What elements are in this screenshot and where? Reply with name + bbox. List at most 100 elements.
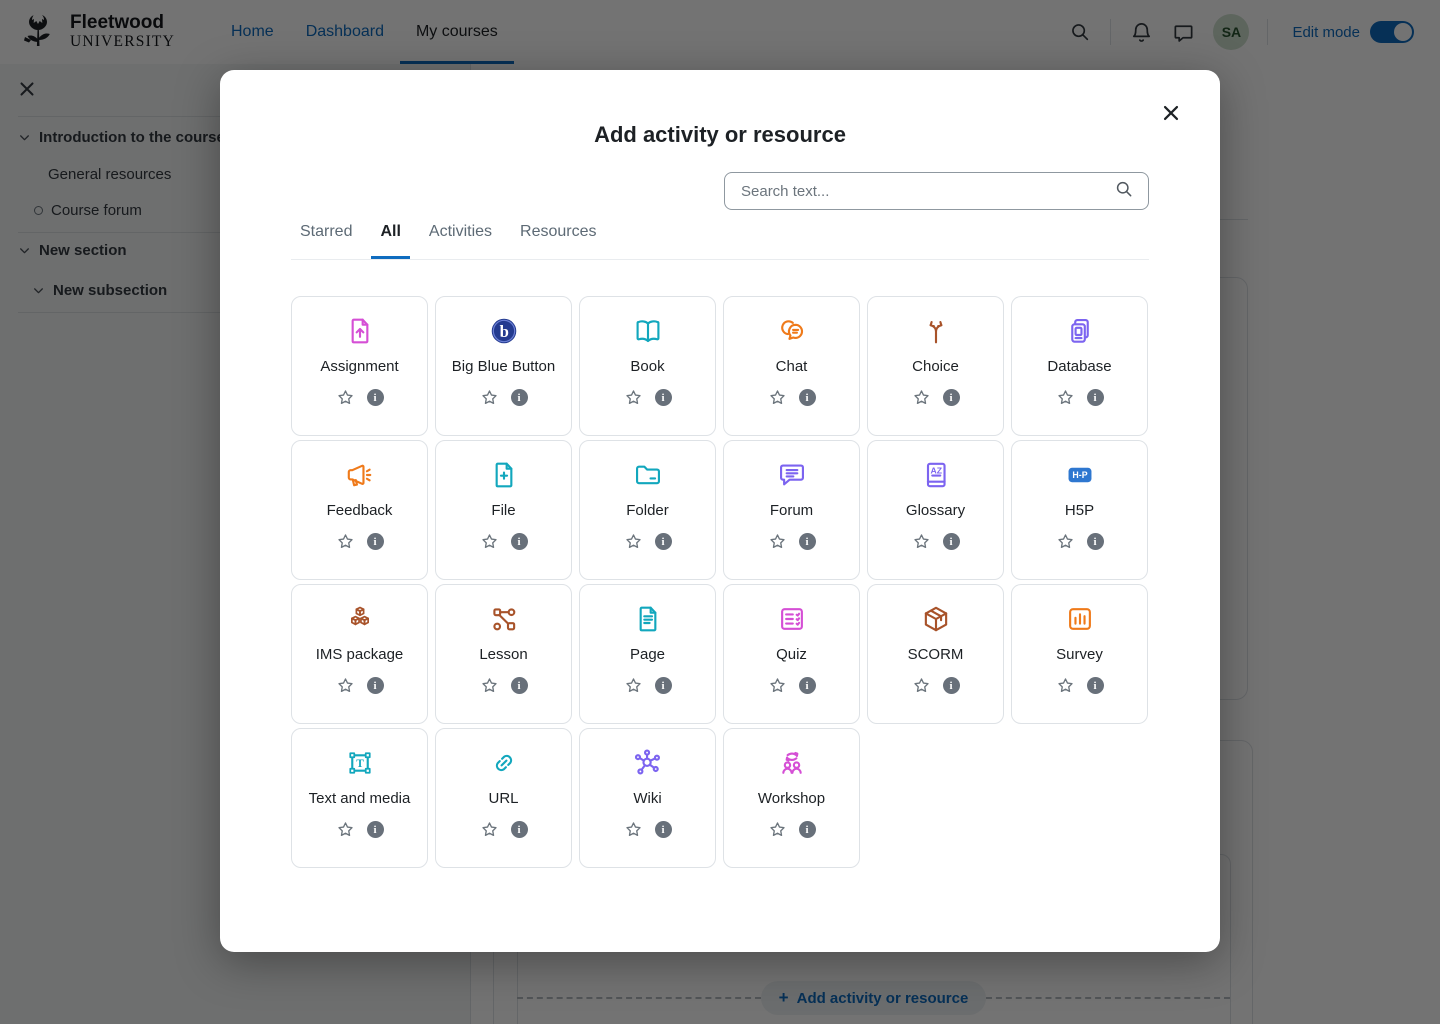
- star-icon[interactable]: [480, 388, 499, 407]
- activity-card-bigbluebutton[interactable]: bBig Blue Buttoni: [435, 296, 572, 436]
- activity-card-folder[interactable]: Folder i: [579, 440, 716, 580]
- activity-label[interactable]: Glossary: [906, 502, 965, 519]
- activity-label[interactable]: Survey: [1056, 646, 1103, 663]
- tab-starred[interactable]: Starred: [291, 213, 361, 259]
- star-icon[interactable]: [336, 532, 355, 551]
- activity-label[interactable]: IMS package: [316, 646, 404, 663]
- star-icon[interactable]: [1056, 676, 1075, 695]
- activity-card-forum[interactable]: Forum i: [723, 440, 860, 580]
- star-icon[interactable]: [768, 676, 787, 695]
- info-icon[interactable]: i: [1087, 677, 1104, 694]
- activity-label[interactable]: File: [491, 502, 515, 519]
- activity-card-chat[interactable]: Chat i: [723, 296, 860, 436]
- info-icon[interactable]: i: [655, 677, 672, 694]
- activity-card-quiz[interactable]: Quiz i: [723, 584, 860, 724]
- star-icon[interactable]: [336, 676, 355, 695]
- glossary-icon: AZ: [920, 459, 952, 491]
- info-icon[interactable]: i: [511, 533, 528, 550]
- activity-card-workshop[interactable]: Workshop i: [723, 728, 860, 868]
- activity-card-book[interactable]: Book i: [579, 296, 716, 436]
- activity-label[interactable]: URL: [488, 790, 518, 807]
- activity-card-file[interactable]: File i: [435, 440, 572, 580]
- info-icon[interactable]: i: [799, 533, 816, 550]
- ims-icon: [344, 603, 376, 635]
- activity-label[interactable]: Book: [630, 358, 664, 375]
- info-icon[interactable]: i: [943, 389, 960, 406]
- assignment-icon: [344, 315, 376, 347]
- star-icon[interactable]: [624, 532, 643, 551]
- star-icon[interactable]: [480, 532, 499, 551]
- info-icon[interactable]: i: [511, 821, 528, 838]
- modal-title: Add activity or resource: [220, 122, 1220, 148]
- info-icon[interactable]: i: [655, 533, 672, 550]
- activity-card-textmedia[interactable]: TText and mediai: [291, 728, 428, 868]
- star-icon[interactable]: [336, 820, 355, 839]
- info-icon[interactable]: i: [367, 821, 384, 838]
- star-icon[interactable]: [1056, 532, 1075, 551]
- activity-label[interactable]: Page: [630, 646, 665, 663]
- activity-label[interactable]: Folder: [626, 502, 669, 519]
- info-icon[interactable]: i: [511, 389, 528, 406]
- info-icon[interactable]: i: [1087, 389, 1104, 406]
- activity-card-h5p[interactable]: H-PH5Pi: [1011, 440, 1148, 580]
- star-icon[interactable]: [768, 820, 787, 839]
- info-icon[interactable]: i: [655, 389, 672, 406]
- activity-label[interactable]: SCORM: [908, 646, 964, 663]
- tab-activities[interactable]: Activities: [420, 213, 501, 259]
- info-icon[interactable]: i: [1087, 533, 1104, 550]
- star-icon[interactable]: [336, 388, 355, 407]
- info-icon[interactable]: i: [511, 677, 528, 694]
- info-icon[interactable]: i: [367, 389, 384, 406]
- activity-label[interactable]: Workshop: [758, 790, 825, 807]
- search-icon[interactable]: [1114, 179, 1134, 204]
- activity-label[interactable]: Assignment: [320, 358, 398, 375]
- info-icon[interactable]: i: [943, 533, 960, 550]
- star-icon[interactable]: [480, 676, 499, 695]
- activity-label[interactable]: Chat: [776, 358, 808, 375]
- info-icon[interactable]: i: [943, 677, 960, 694]
- info-icon[interactable]: i: [367, 533, 384, 550]
- star-icon[interactable]: [912, 532, 931, 551]
- svg-text:AZ: AZ: [930, 466, 942, 476]
- star-icon[interactable]: [480, 820, 499, 839]
- activity-label[interactable]: Forum: [770, 502, 813, 519]
- tab-resources[interactable]: Resources: [511, 213, 605, 259]
- star-icon[interactable]: [912, 388, 931, 407]
- activity-card-wiki[interactable]: Wiki i: [579, 728, 716, 868]
- activity-card-lesson[interactable]: Lesson i: [435, 584, 572, 724]
- modal-close-icon[interactable]: [1160, 102, 1182, 124]
- activity-card-database[interactable]: Database i: [1011, 296, 1148, 436]
- star-icon[interactable]: [912, 676, 931, 695]
- activity-card-scorm[interactable]: SCORM i: [867, 584, 1004, 724]
- activity-card-choice[interactable]: Choice i: [867, 296, 1004, 436]
- activity-label[interactable]: H5P: [1065, 502, 1094, 519]
- activity-label[interactable]: Big Blue Button: [452, 358, 555, 375]
- activity-label[interactable]: Database: [1047, 358, 1111, 375]
- activity-card-url[interactable]: URL i: [435, 728, 572, 868]
- activity-card-feedback[interactable]: Feedback i: [291, 440, 428, 580]
- activity-card-ims[interactable]: IMS package i: [291, 584, 428, 724]
- star-icon[interactable]: [1056, 388, 1075, 407]
- activity-label[interactable]: Text and media: [309, 790, 411, 807]
- activity-label[interactable]: Quiz: [776, 646, 807, 663]
- star-icon[interactable]: [624, 676, 643, 695]
- activity-card-survey[interactable]: Survey i: [1011, 584, 1148, 724]
- activity-card-page[interactable]: Page i: [579, 584, 716, 724]
- tab-all[interactable]: All: [371, 213, 409, 259]
- info-icon[interactable]: i: [655, 821, 672, 838]
- activity-label[interactable]: Choice: [912, 358, 959, 375]
- activity-label[interactable]: Lesson: [479, 646, 527, 663]
- search-input[interactable]: [725, 183, 1114, 200]
- info-icon[interactable]: i: [367, 677, 384, 694]
- star-icon[interactable]: [624, 388, 643, 407]
- activity-label[interactable]: Feedback: [327, 502, 393, 519]
- activity-card-glossary[interactable]: AZ Glossary i: [867, 440, 1004, 580]
- info-icon[interactable]: i: [799, 389, 816, 406]
- star-icon[interactable]: [768, 388, 787, 407]
- info-icon[interactable]: i: [799, 821, 816, 838]
- activity-label[interactable]: Wiki: [633, 790, 661, 807]
- star-icon[interactable]: [624, 820, 643, 839]
- info-icon[interactable]: i: [799, 677, 816, 694]
- star-icon[interactable]: [768, 532, 787, 551]
- activity-card-assignment[interactable]: Assignment i: [291, 296, 428, 436]
